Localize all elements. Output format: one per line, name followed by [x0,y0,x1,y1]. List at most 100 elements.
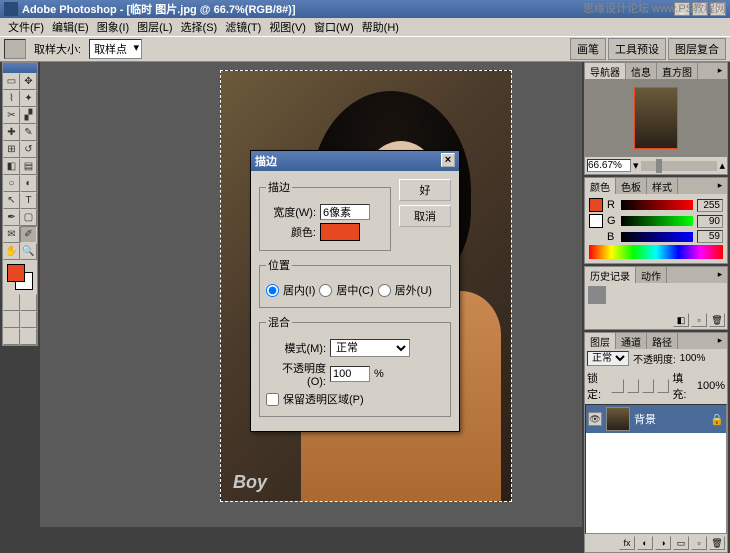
fg-swatch[interactable] [589,198,603,212]
dialog-close-button[interactable]: × [441,153,455,167]
menu-image[interactable]: 图象(I) [93,17,133,37]
panel-menu-icon[interactable]: ▸ [713,333,727,347]
dialog-opacity-input[interactable] [330,366,370,382]
new-doc-icon[interactable]: ▫ [691,313,707,327]
opacity-value[interactable]: 100% [680,353,706,364]
tab-swatches[interactable]: 色板 [616,178,647,194]
wand-tool[interactable]: ✦ [20,90,37,107]
tab-styles[interactable]: 样式 [647,178,678,194]
standard-mode[interactable] [3,294,20,311]
r-slider[interactable] [621,200,693,210]
move-tool[interactable]: ✥ [20,73,37,90]
tab-layers[interactable]: 图层 [585,333,616,349]
toolbox-header[interactable] [3,63,37,73]
menu-layer[interactable]: 图层(L) [133,17,176,37]
delete-layer-icon[interactable]: 🗑 [709,536,725,550]
panel-menu-icon[interactable]: ▸ [713,63,727,77]
quickmask-mode[interactable] [20,294,37,311]
preserve-checkbox[interactable] [266,393,279,406]
type-tool[interactable]: T [20,192,37,209]
lasso-tool[interactable]: ⌇ [3,90,20,107]
tab-paths[interactable]: 路径 [647,333,678,349]
jump-to-button[interactable] [20,328,37,345]
trash-icon[interactable]: 🗑 [709,313,725,327]
foreground-color[interactable] [7,264,25,282]
history-brush-tool[interactable]: ↺ [20,141,37,158]
brush-tool[interactable]: ✎ [20,124,37,141]
panel-menu-icon[interactable]: ▸ [713,178,727,192]
dialog-titlebar[interactable]: 描边 × [251,151,459,171]
visibility-icon[interactable]: 👁 [588,412,602,426]
pen-tool[interactable]: ✒ [3,209,20,226]
tab-history[interactable]: 历史记录 [585,267,636,283]
zoom-input[interactable] [587,159,631,172]
screen-mode-2[interactable] [20,311,37,328]
loc-center-radio[interactable] [319,284,332,297]
mode-select[interactable]: 正常 [330,339,410,357]
menu-window[interactable]: 窗口(W) [310,17,358,37]
lock-transparency[interactable] [611,379,623,393]
menu-file[interactable]: 文件(F) [4,17,48,37]
mask-icon[interactable]: ◐ [637,536,653,550]
new-layer-icon[interactable]: ▫ [691,536,707,550]
tab-channels[interactable]: 通道 [616,333,647,349]
crop-tool[interactable]: ✂ [3,107,20,124]
lock-position[interactable] [642,379,654,393]
screen-mode-1[interactable] [3,311,20,328]
zoom-in-icon[interactable]: ▴ [719,159,725,172]
tab-color[interactable]: 颜色 [585,178,616,194]
dodge-tool[interactable]: ◐ [20,175,37,192]
stamp-tool[interactable]: ⊞ [3,141,20,158]
r-value[interactable]: 255 [697,199,723,212]
marquee-tool[interactable]: ▭ [3,73,20,90]
navigator-preview[interactable] [585,79,727,157]
fill-value[interactable]: 100% [697,380,725,392]
tab-info[interactable]: 信息 [626,63,657,79]
menu-help[interactable]: 帮助(H) [358,17,403,37]
eraser-tool[interactable]: ◧ [3,158,20,175]
bg-swatch[interactable] [589,214,603,228]
adjustment-icon[interactable]: ◑ [655,536,671,550]
current-tool-icon[interactable] [4,39,26,59]
color-spectrum[interactable] [589,245,723,259]
panel-menu-icon[interactable]: ▸ [713,267,727,281]
history-item[interactable] [587,285,725,305]
menu-edit[interactable]: 编辑(E) [48,17,93,37]
tab-actions[interactable]: 动作 [636,267,667,283]
lock-pixels[interactable] [627,379,639,393]
menu-select[interactable]: 选择(S) [177,17,222,37]
shape-tool[interactable]: ▢ [20,209,37,226]
eyedropper-tool[interactable]: ✐ [20,226,37,243]
blur-tool[interactable]: ○ [3,175,20,192]
new-snapshot-icon[interactable]: ◧ [673,313,689,327]
ok-button[interactable]: 好 [399,179,451,201]
menu-view[interactable]: 视图(V) [265,17,310,37]
layer-row-background[interactable]: 👁 背景 🔒 [586,405,726,433]
g-value[interactable]: 90 [697,215,723,228]
menu-filter[interactable]: 滤镜(T) [221,17,265,37]
heal-tool[interactable]: ✚ [3,124,20,141]
b-slider[interactable] [621,232,693,242]
width-input[interactable] [320,204,370,220]
b-value[interactable]: 59 [697,230,723,243]
blend-mode-select[interactable]: 正常 [587,351,629,366]
palette-brush-tab[interactable]: 画笔 [570,38,606,60]
zoom-tool[interactable]: 🔍 [20,243,37,260]
palette-presets-tab[interactable]: 工具预设 [608,38,666,60]
lock-all[interactable] [657,379,669,393]
hand-tool[interactable]: ✋ [3,243,20,260]
notes-tool[interactable]: ✉ [3,226,20,243]
screen-mode-3[interactable] [3,328,20,345]
loc-inside-radio[interactable] [266,284,279,297]
fx-icon[interactable]: fx [619,536,635,550]
folder-icon[interactable]: ▭ [673,536,689,550]
zoom-slider[interactable] [641,161,718,171]
cancel-button[interactable]: 取消 [399,205,451,227]
slice-tool[interactable]: ▞ [20,107,37,124]
tab-histogram[interactable]: 直方图 [657,63,698,79]
sample-point-dropdown[interactable]: 取样点 [89,39,142,59]
g-slider[interactable] [621,216,693,226]
palette-layercomps-tab[interactable]: 图层复合 [668,38,726,60]
gradient-tool[interactable]: ▤ [20,158,37,175]
color-picker[interactable] [320,223,360,241]
